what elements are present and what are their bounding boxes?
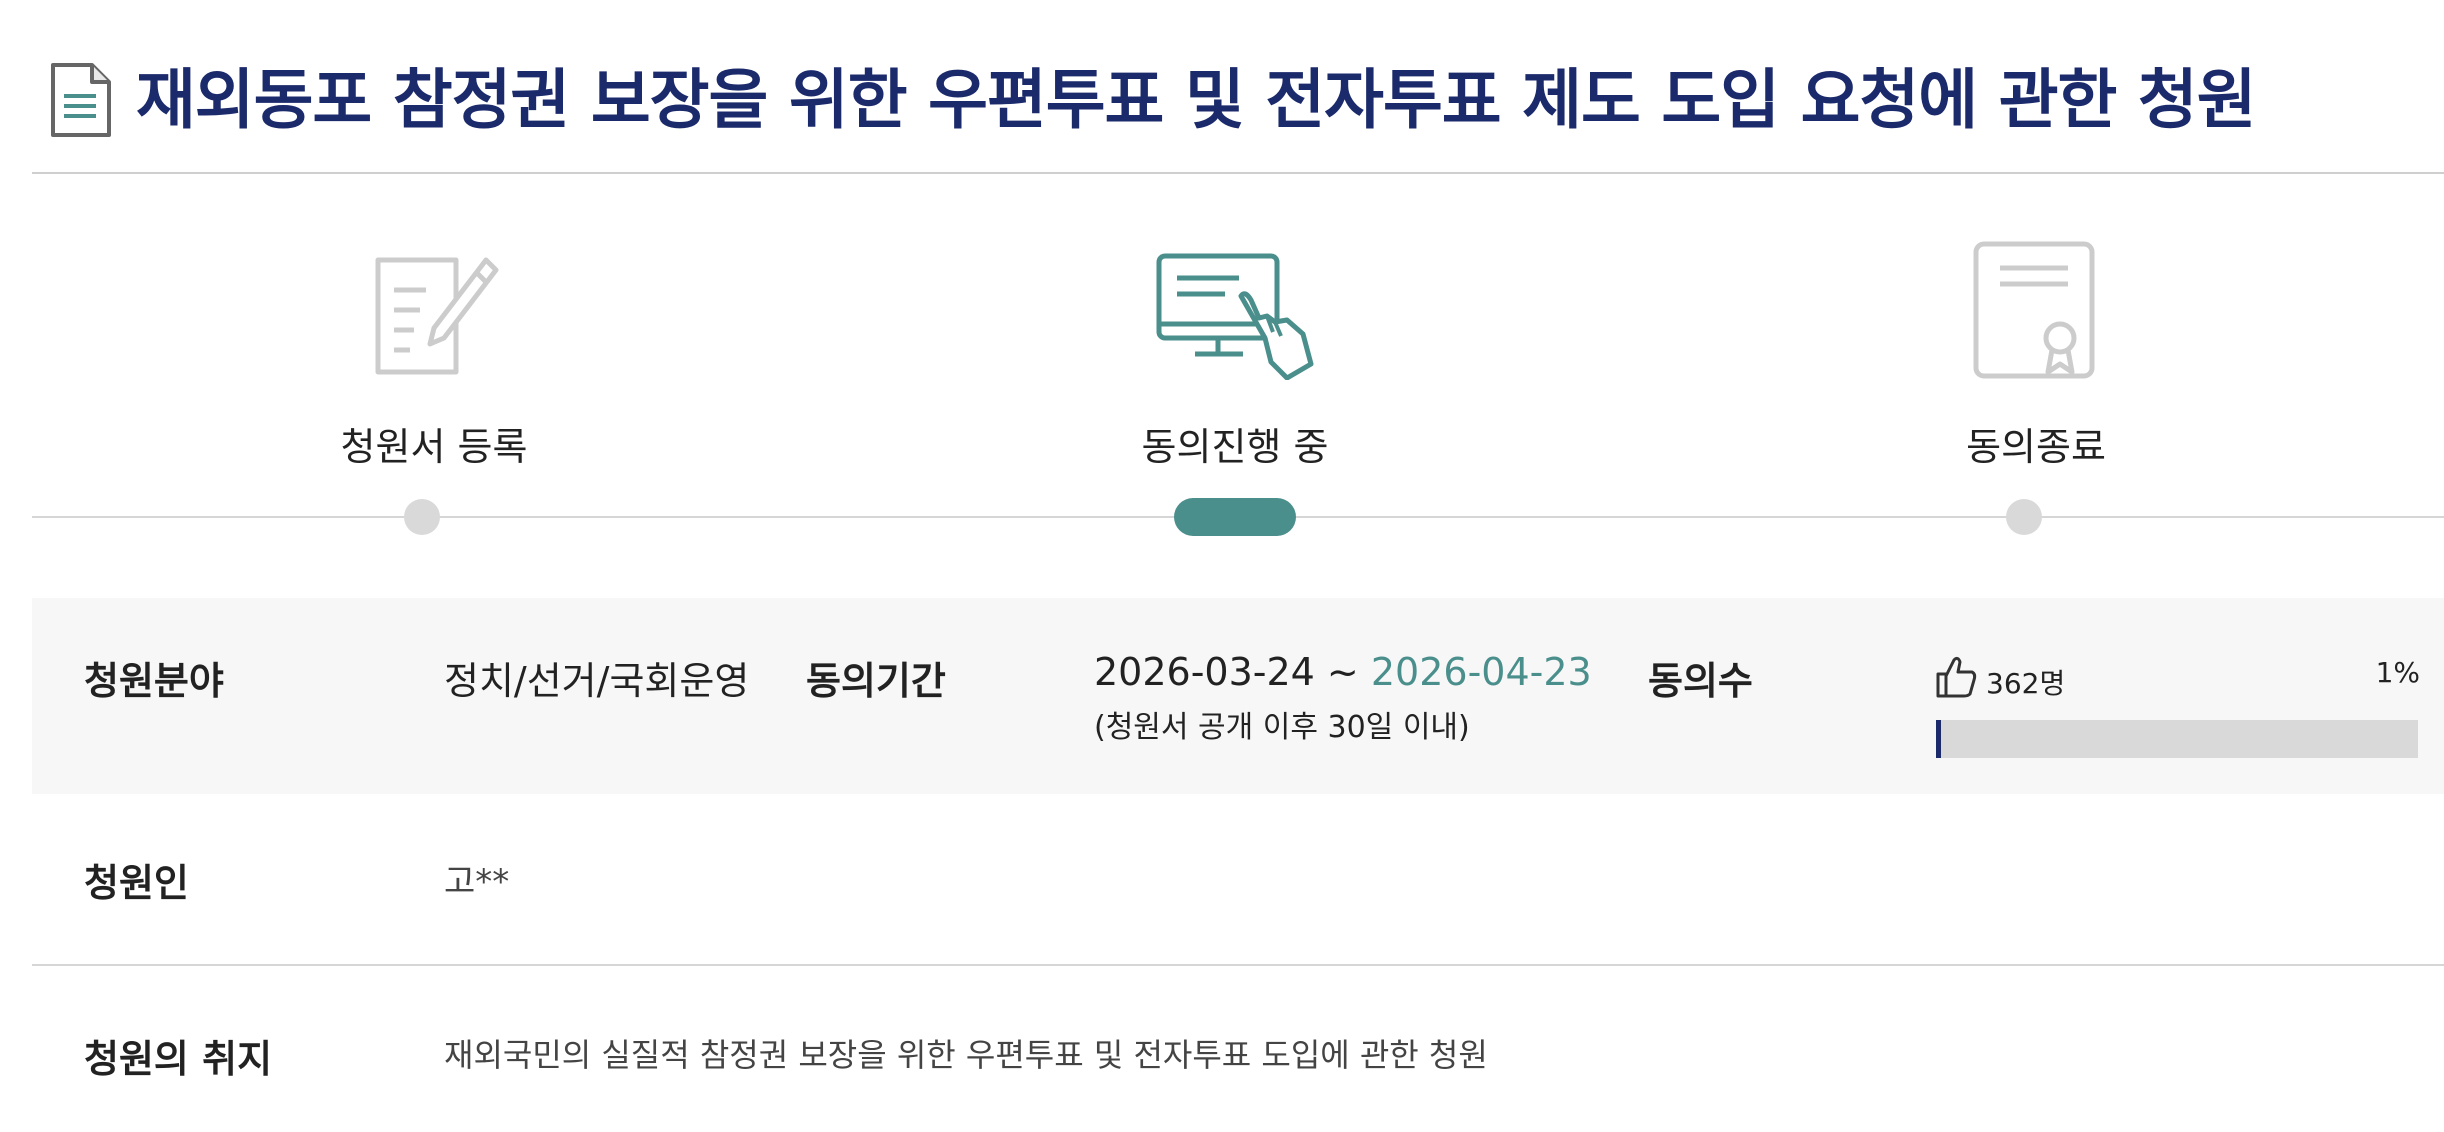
step-consent-in-progress: 동의진행 중 [1035,240,1435,471]
period-label: 동의기간 [806,659,946,703]
step-label: 동의진행 중 [1141,425,1329,469]
monitor-touch-icon [1156,253,1314,380]
step-indicator-pending [2006,499,2042,535]
agree-progress-fill [1936,720,1941,758]
purpose-value: 재외국민의 실질적 참정권 보장을 위한 우편투표 및 전자투표 도입에 관한 … [444,1036,1488,1074]
step-indicator-active [1174,498,1296,536]
title-divider [32,172,2444,174]
agree-count: 362명 [1986,667,2066,700]
agree-percent: 1% [2375,656,2420,689]
petitioner-value: 고** [444,862,510,902]
agree-progress-bar [1936,720,2418,758]
field-label: 청원분야 [84,659,224,703]
petitioner-label: 청원인 [84,861,189,905]
period-note: (청원서 공개 이후 30일 이내) [1094,710,1470,745]
thumbs-up-icon[interactable] [1934,654,1978,700]
petition-info-band [32,598,2444,794]
field-value: 정치/선거/국회운영 [444,659,750,703]
period-start: 2026-03-24 ~ [1094,650,1359,694]
step-consent-closed: 동의종료 [1836,240,2236,471]
period-end: 2026-04-23 [1370,650,1592,694]
row-divider [32,964,2444,966]
certificate-icon [1973,241,2095,379]
count-label: 동의수 [1648,659,1753,703]
petition-write-icon [375,257,499,375]
document-icon [51,63,111,137]
step-label: 청원서 등록 [340,425,528,469]
purpose-label: 청원의 취지 [84,1037,273,1081]
page-title: 재외동포 참정권 보장을 위한 우편투표 및 전자투표 제도 도입 요청에 관한… [136,62,2257,138]
title-row: 재외동포 참정권 보장을 위한 우편투표 및 전자투표 제도 도입 요청에 관한… [50,58,2257,142]
step-petition-registration: 청원서 등록 [234,240,634,471]
step-label: 동의종료 [1966,425,2106,469]
period-dates: 2026-03-24 ~ 2026-04-23 [1094,650,1592,694]
step-indicator-done [404,499,440,535]
